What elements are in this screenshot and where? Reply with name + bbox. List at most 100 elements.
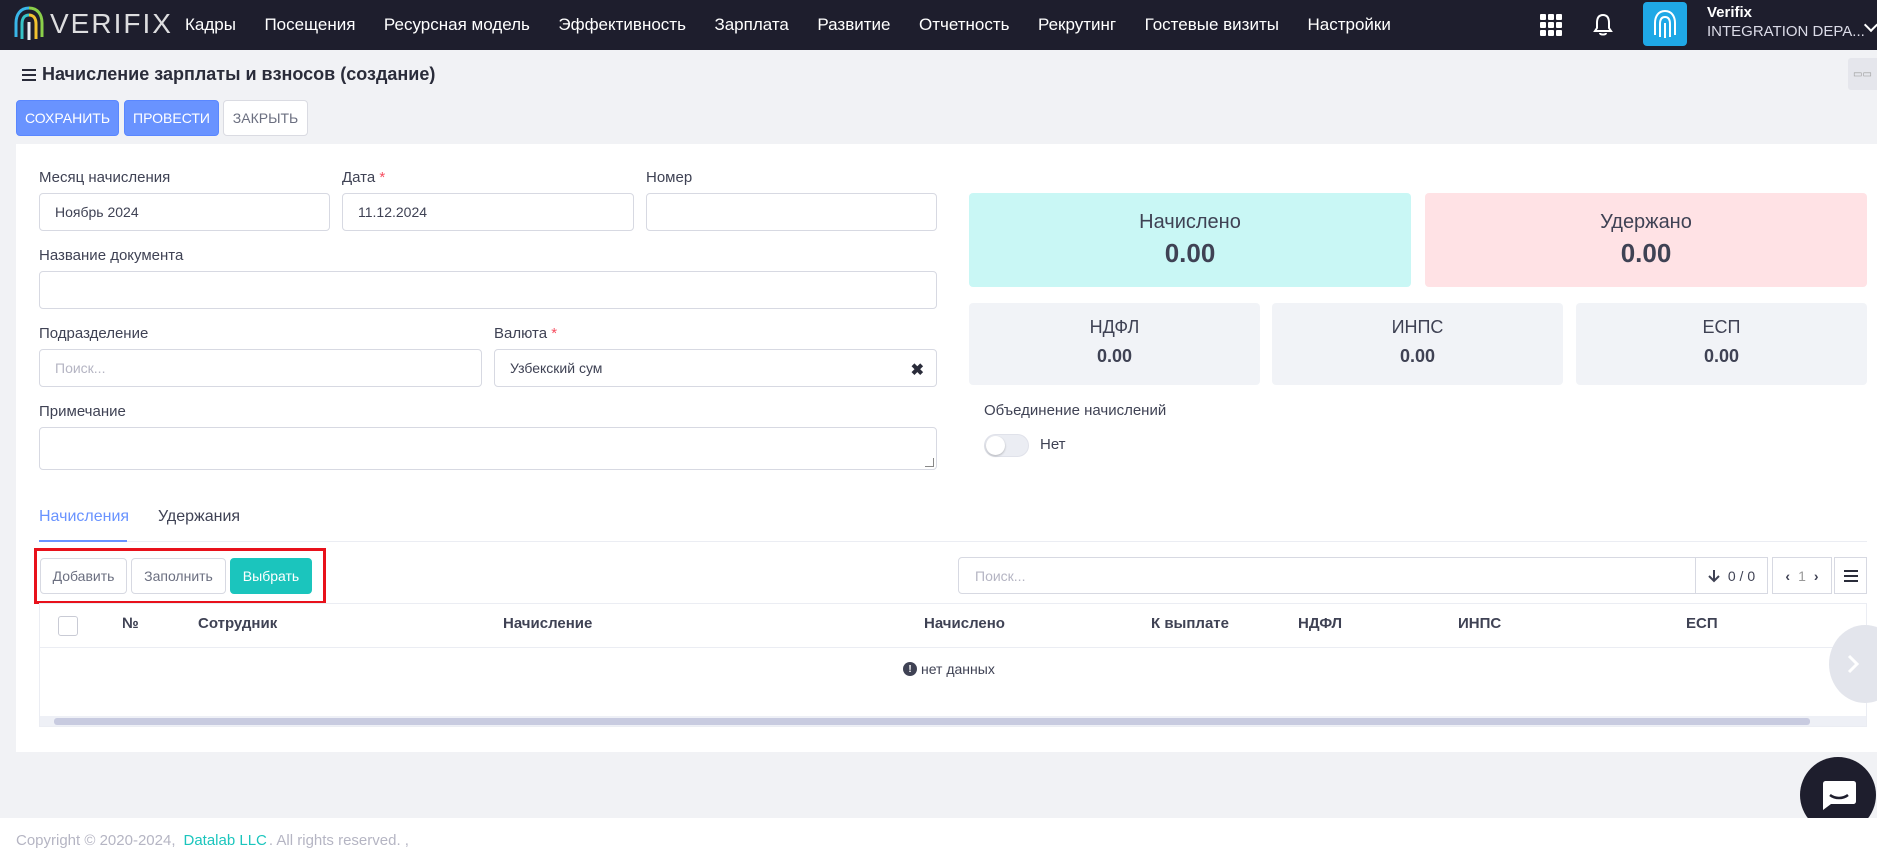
resize-handle-icon[interactable] xyxy=(925,458,934,467)
user-info[interactable]: Verifix INTEGRATION DEPA... xyxy=(1707,4,1865,40)
menu-icon xyxy=(1843,569,1858,582)
withheld-value: 0.00 xyxy=(1620,238,1672,268)
docname-label: Название документа xyxy=(39,247,184,264)
currency-label-text: Валюта xyxy=(494,325,548,342)
date-label: Дата * xyxy=(342,169,385,186)
currency-value: Узбекский сум xyxy=(510,360,603,376)
save-button[interactable]: СОХРАНИТЬ xyxy=(16,100,119,136)
grid-menu-button[interactable] xyxy=(1834,557,1867,594)
month-field[interactable]: Ноябрь 2024 xyxy=(39,193,330,231)
nav-item-poseshcheniya[interactable]: Посещения xyxy=(264,15,355,35)
horizontal-scrollbar[interactable] xyxy=(40,716,1866,726)
ndfl-label: НДФЛ xyxy=(1089,317,1140,337)
column-header-inps[interactable]: ИНПС xyxy=(1458,615,1501,632)
user-dept: INTEGRATION DEPA... xyxy=(1707,23,1865,40)
fingerprint-logo-icon xyxy=(14,6,44,40)
column-header-accrued[interactable]: Начислено xyxy=(924,615,1005,632)
column-header-ndfl[interactable]: НДФЛ xyxy=(1298,615,1342,632)
page-title-text: Начисление зарплаты и взносов (создание) xyxy=(42,64,436,84)
number-label: Номер xyxy=(646,169,693,186)
sort-count[interactable]: 0 / 0 xyxy=(1695,557,1768,594)
merge-state: Нет xyxy=(1040,436,1066,453)
date-label-text: Дата xyxy=(342,169,376,186)
grid-search-input[interactable]: Поиск... xyxy=(958,557,1696,594)
chevron-down-icon[interactable] xyxy=(1863,17,1877,33)
number-field[interactable] xyxy=(646,193,937,231)
merge-label: Объединение начислений xyxy=(984,402,1167,419)
layout-toggle-icon[interactable]: ▭▭ xyxy=(1848,58,1877,90)
nav-item-kadry[interactable]: Кадры xyxy=(185,15,236,35)
apps-grid-icon[interactable] xyxy=(1540,14,1562,36)
nav-item-reports[interactable]: Отчетность xyxy=(919,15,1010,35)
esp-label: ЕСП xyxy=(1702,317,1741,337)
nav-item-guest-visits[interactable]: Гостевые визиты xyxy=(1145,15,1279,35)
main-nav: Кадры Посещения Ресурсная модель Эффекти… xyxy=(185,0,1419,50)
date-field[interactable]: 11.12.2024 xyxy=(342,193,634,231)
copyright-text: Copyright © 2020-2024, xyxy=(16,832,176,849)
header-divider xyxy=(40,647,1866,648)
select-all-checkbox[interactable] xyxy=(58,616,78,636)
chevron-right-icon[interactable]: › xyxy=(1814,568,1819,584)
withheld-label: Удержано xyxy=(1600,211,1692,233)
column-header-accrual[interactable]: Начисление xyxy=(503,615,592,632)
page-number: 1 xyxy=(1798,567,1806,584)
month-value: Ноябрь 2024 xyxy=(55,204,139,220)
column-header-employee[interactable]: Сотрудник xyxy=(198,615,277,632)
note-textarea[interactable] xyxy=(39,427,937,470)
docname-field[interactable] xyxy=(39,271,937,309)
tab-deductions[interactable]: Удержания xyxy=(158,508,240,526)
post-button[interactable]: ПРОВЕСТИ xyxy=(124,100,219,136)
footer: Copyright © 2020-2024, Datalab LLC . All… xyxy=(0,818,1877,863)
ndfl-value: 0.00 xyxy=(1096,346,1133,366)
currency-select[interactable]: Узбекский сум ✖ xyxy=(494,349,937,387)
info-icon: ! xyxy=(903,662,917,676)
inps-card: ИНПС 0.00 xyxy=(1272,303,1563,385)
ndfl-card: НДФЛ 0.00 xyxy=(969,303,1260,385)
company-link[interactable]: Datalab LLC xyxy=(184,832,267,849)
accrued-label: Начислено xyxy=(1139,211,1241,233)
month-label: Месяц начисления xyxy=(39,169,171,186)
nav-item-salary[interactable]: Зарплата xyxy=(714,15,788,35)
logo-text: VERIFIX xyxy=(50,8,173,39)
nav-item-recruiting[interactable]: Рекрутинг xyxy=(1038,15,1116,35)
bell-icon[interactable] xyxy=(1592,13,1614,37)
chat-icon xyxy=(1823,781,1856,810)
nav-item-effectiveness[interactable]: Эффективность xyxy=(558,15,686,35)
top-navbar: VERIFIX Кадры Посещения Ресурсная модель… xyxy=(0,0,1877,50)
tab-divider xyxy=(39,541,1867,542)
required-mark: * xyxy=(379,169,386,186)
currency-label: Валюта * xyxy=(494,325,557,342)
esp-card: ЕСП 0.00 xyxy=(1576,303,1867,385)
grid-search-placeholder: Поиск... xyxy=(975,567,1026,584)
division-field[interactable]: Поиск... xyxy=(39,349,482,387)
column-header-number[interactable]: № xyxy=(122,615,139,632)
date-value: 11.12.2024 xyxy=(358,204,428,220)
chevron-left-icon[interactable]: ‹ xyxy=(1785,568,1790,584)
close-button[interactable]: ЗАКРЫТЬ xyxy=(223,100,308,136)
division-label: Подразделение xyxy=(39,325,149,342)
arrow-down-icon xyxy=(1708,569,1720,582)
active-tab-indicator xyxy=(39,540,127,542)
fingerprint-icon xyxy=(1654,10,1676,38)
clear-icon[interactable]: ✖ xyxy=(911,360,924,380)
toggle-knob xyxy=(986,436,1005,455)
nav-item-development[interactable]: Развитие xyxy=(817,15,890,35)
inps-value: 0.00 xyxy=(1399,346,1436,366)
pagination: ‹ 1 › xyxy=(1772,557,1832,594)
scrollbar-thumb[interactable] xyxy=(54,718,1810,725)
note-label: Примечание xyxy=(39,403,126,420)
column-header-to-pay[interactable]: К выплате xyxy=(1151,615,1229,632)
nav-item-resource-model[interactable]: Ресурсная модель xyxy=(384,15,530,35)
rights-text: . All rights reserved. , xyxy=(268,832,409,849)
verifix-logo[interactable]: VERIFIX xyxy=(12,5,173,43)
column-header-esp[interactable]: ЕСП xyxy=(1686,615,1718,632)
user-name: Verifix xyxy=(1707,4,1753,21)
avatar[interactable] xyxy=(1643,2,1687,46)
inps-label: ИНПС xyxy=(1391,317,1444,337)
merge-toggle[interactable] xyxy=(984,434,1029,457)
top-icons xyxy=(1540,0,1644,50)
nav-item-settings[interactable]: Настройки xyxy=(1307,15,1390,35)
accrued-total-card: Начислено 0.00 xyxy=(969,193,1411,287)
menu-icon[interactable] xyxy=(22,68,36,81)
tab-accruals[interactable]: Начисления xyxy=(39,508,129,526)
